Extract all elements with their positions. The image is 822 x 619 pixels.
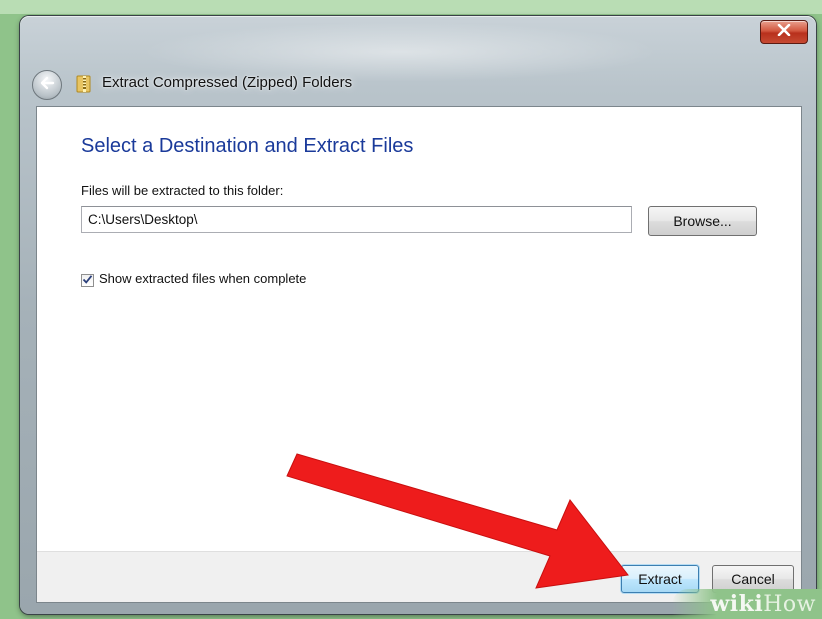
show-files-checkbox[interactable] <box>81 274 94 287</box>
background-stripe <box>0 0 822 14</box>
zip-folder-icon <box>74 74 94 94</box>
extract-dialog-window: Extract Compressed (Zipped) Folders Sele… <box>20 16 816 614</box>
destination-label: Files will be extracted to this folder: <box>81 183 284 198</box>
window-title: Extract Compressed (Zipped) Folders <box>102 74 353 91</box>
back-arrow-icon <box>39 76 55 95</box>
back-button[interactable] <box>32 70 62 100</box>
wikihow-watermark: wikiHow <box>672 589 822 619</box>
show-files-label: Show extracted files when complete <box>99 271 307 286</box>
watermark-wiki: wiki <box>710 591 764 617</box>
dialog-content: Select a Destination and Extract Files F… <box>36 106 802 603</box>
page-heading: Select a Destination and Extract Files <box>81 135 414 157</box>
watermark-how: How <box>763 592 816 617</box>
browse-button[interactable]: Browse... <box>648 206 757 236</box>
glass-highlight <box>140 22 660 82</box>
close-icon <box>777 23 791 41</box>
close-button[interactable] <box>760 20 808 44</box>
checkmark-icon <box>82 272 93 290</box>
destination-path-input[interactable] <box>81 206 632 233</box>
